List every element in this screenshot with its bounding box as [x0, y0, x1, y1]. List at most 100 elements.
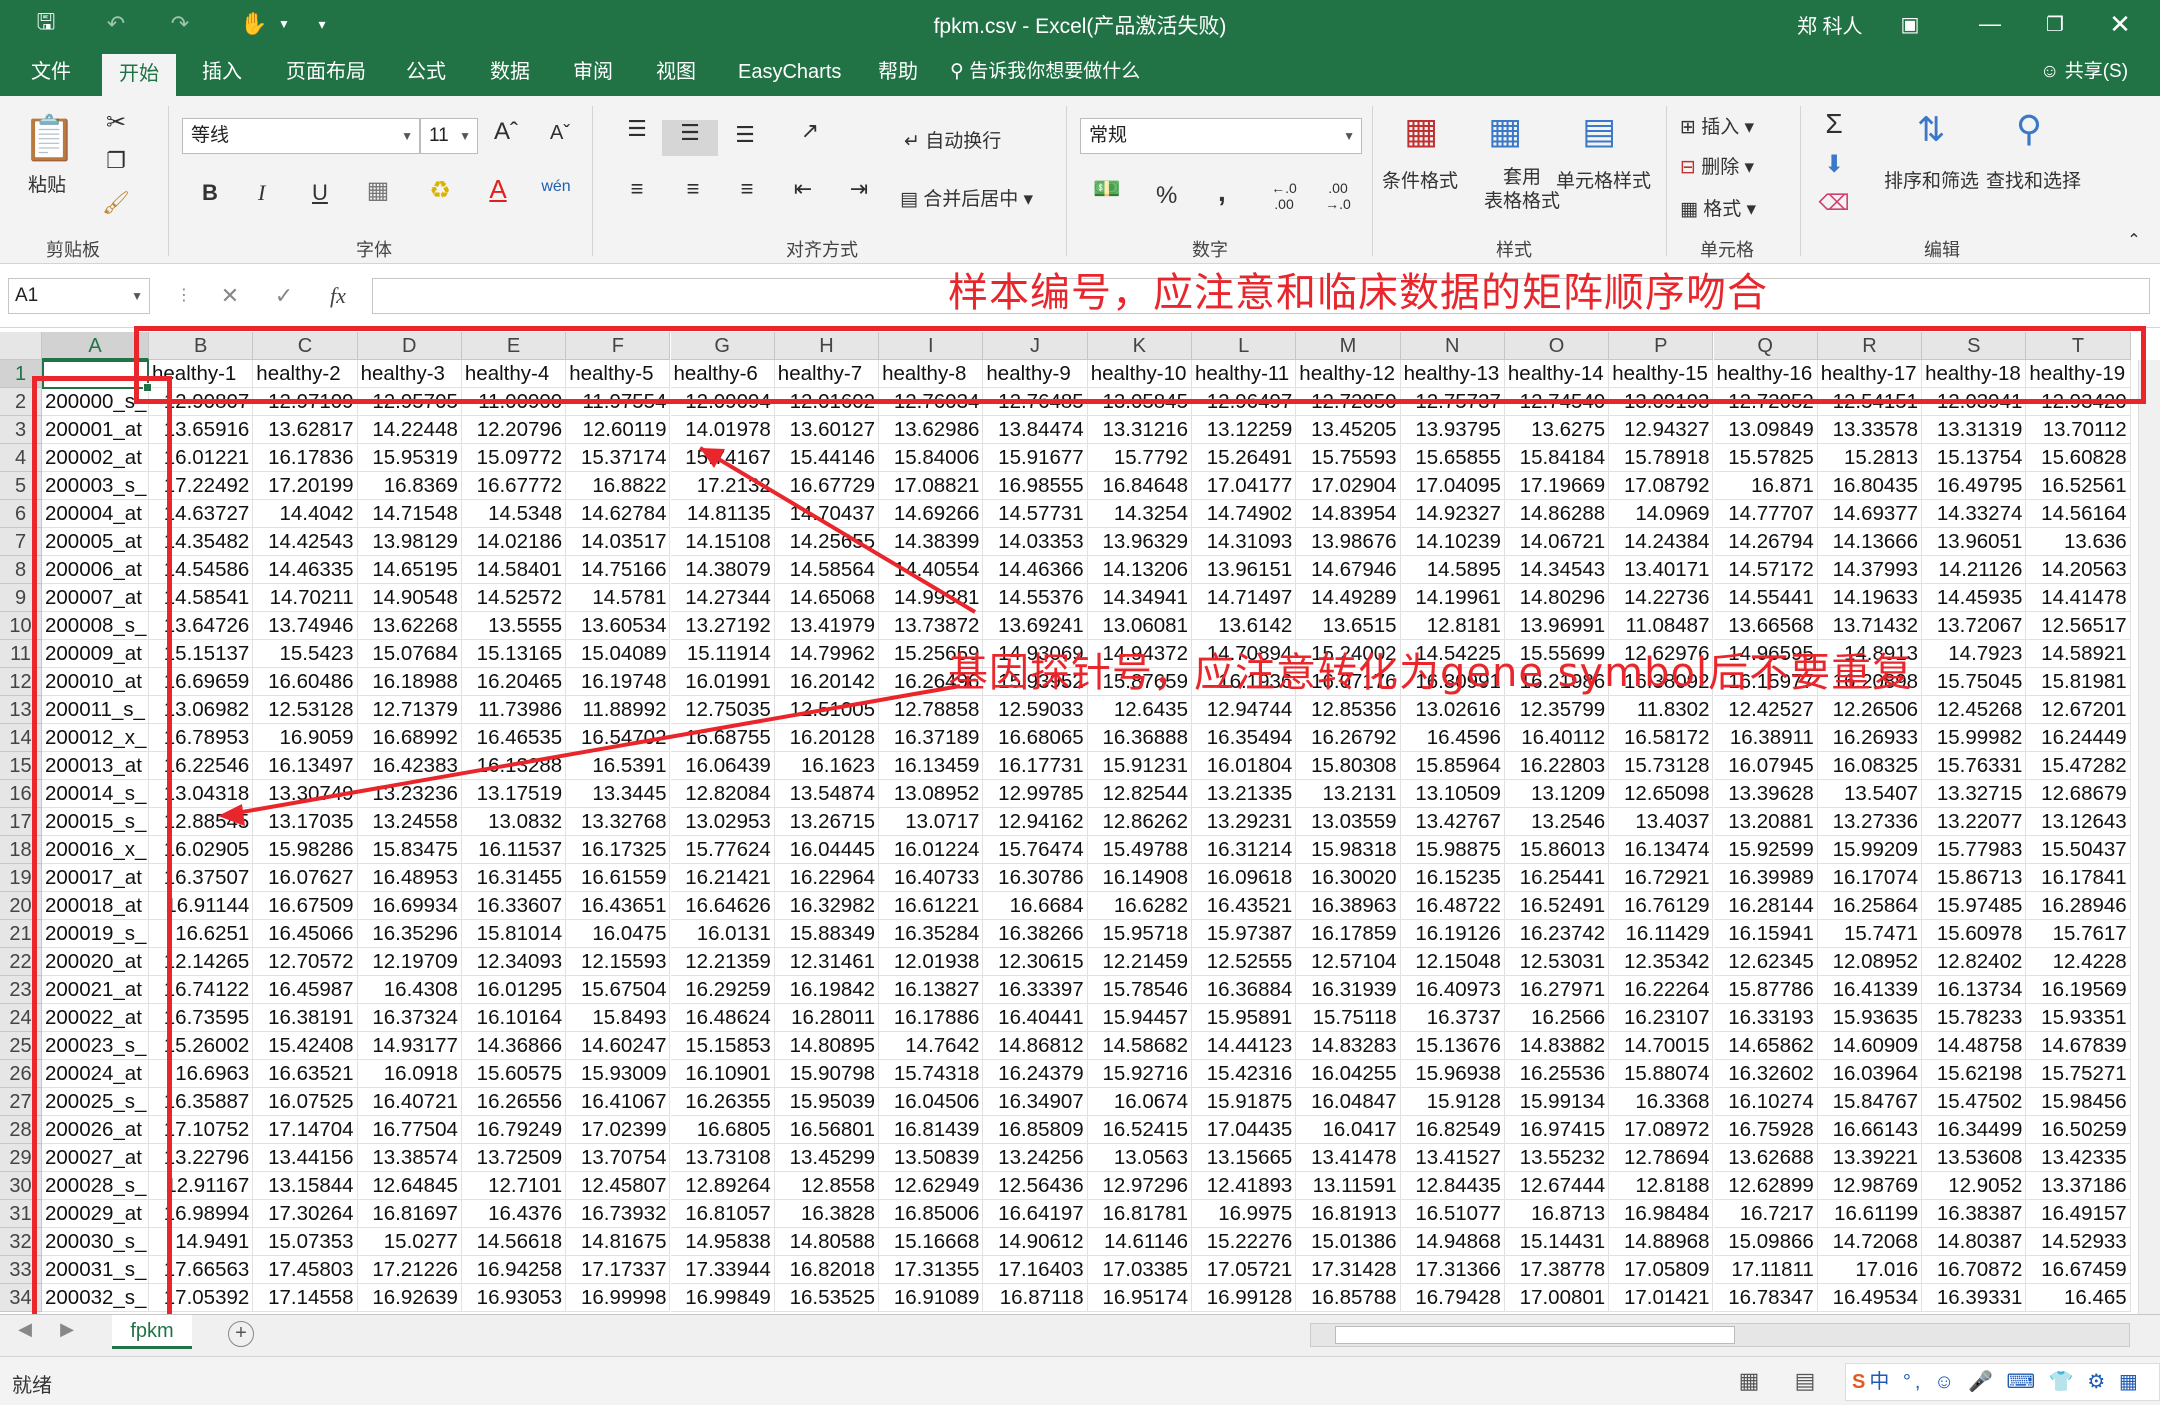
value-cell[interactable]: 13.09193 — [1609, 388, 1714, 416]
font-size-combo[interactable]: 11 ▼ — [420, 118, 478, 154]
value-cell[interactable]: 13.41527 — [1400, 1144, 1505, 1172]
value-cell[interactable]: 15.97387 — [1192, 920, 1297, 948]
insert-cells-button[interactable]: ⊞ 插入 ▾ — [1680, 112, 1754, 139]
value-cell[interactable]: 14.65195 — [357, 556, 462, 584]
value-cell[interactable]: 15.62198 — [1922, 1060, 2027, 1088]
redo-icon[interactable]: ↷ — [162, 8, 198, 40]
value-cell[interactable]: 14.44123 — [1192, 1032, 1297, 1060]
add-sheet-button[interactable]: + — [228, 1321, 254, 1347]
italic-button[interactable]: I — [258, 180, 265, 206]
probe-id-cell[interactable]: 200003_s_ — [42, 472, 149, 500]
bold-button[interactable]: B — [202, 180, 218, 206]
find-select-button[interactable]: 查找和选择 — [1986, 166, 2081, 193]
value-cell[interactable]: 16.51077 — [1400, 1200, 1505, 1228]
value-cell[interactable]: 13.98129 — [357, 528, 462, 556]
value-cell[interactable]: 11.97554 — [566, 388, 671, 416]
value-cell[interactable]: 12.99785 — [983, 780, 1088, 808]
value-cell[interactable]: 16.4596 — [1400, 724, 1505, 752]
delete-cells-button[interactable]: ⊟ 删除 ▾ — [1680, 152, 1754, 179]
value-cell[interactable]: 14.02186 — [461, 528, 567, 556]
probe-id-cell[interactable]: 200028_s_ — [42, 1172, 149, 1200]
value-cell[interactable]: 13.98676 — [1296, 528, 1401, 556]
value-cell[interactable]: 13.4037 — [1609, 808, 1714, 836]
value-cell[interactable]: 16.50259 — [2026, 1116, 2131, 1144]
value-cell[interactable]: 12.97109 — [253, 388, 358, 416]
value-cell[interactable]: 14.58921 — [2026, 640, 2131, 668]
row-header[interactable]: 2 — [0, 388, 42, 416]
value-cell[interactable]: 16.17836 — [253, 444, 358, 472]
row-header[interactable]: 13 — [0, 696, 42, 724]
value-cell[interactable]: 16.01295 — [461, 976, 567, 1004]
increase-indent-icon[interactable]: ⇥ — [842, 176, 876, 202]
value-cell[interactable]: 16.10274 — [1713, 1088, 1818, 1116]
prev-sheet-icon[interactable]: ◀ — [10, 1319, 40, 1340]
value-cell[interactable]: 16.4376 — [461, 1200, 567, 1228]
value-cell[interactable]: 13.24256 — [983, 1144, 1088, 1172]
value-cell[interactable]: 16.97415 — [1504, 1116, 1610, 1144]
value-cell[interactable]: 13.62986 — [879, 416, 984, 444]
value-cell[interactable]: 13.60127 — [774, 416, 880, 444]
value-cell[interactable]: 13.96329 — [1087, 528, 1192, 556]
probe-id-cell[interactable]: 200032_s_ — [42, 1284, 149, 1312]
value-cell[interactable]: 14.5895 — [1400, 556, 1505, 584]
value-cell[interactable]: 16.67729 — [774, 472, 880, 500]
value-cell[interactable]: 14.63727 — [149, 500, 254, 528]
value-cell[interactable]: 14.70437 — [774, 500, 880, 528]
value-cell[interactable]: 16.98484 — [1609, 1200, 1714, 1228]
value-cell[interactable]: 15.86713 — [1922, 864, 2027, 892]
row-header[interactable]: 10 — [0, 612, 42, 640]
value-cell[interactable]: 16.36884 — [1192, 976, 1297, 1004]
value-cell[interactable]: 15.78918 — [1609, 444, 1714, 472]
value-cell[interactable]: 12.82544 — [1087, 780, 1192, 808]
value-cell[interactable]: 16.85809 — [983, 1116, 1088, 1144]
value-cell[interactable]: 16.82549 — [1400, 1116, 1505, 1144]
value-cell[interactable]: 13.39628 — [1713, 780, 1818, 808]
value-cell[interactable]: 17.22492 — [149, 472, 254, 500]
probe-id-cell[interactable]: 200025_s_ — [42, 1088, 149, 1116]
value-cell[interactable]: 13.22796 — [149, 1144, 254, 1172]
tab-insert[interactable]: 插入 — [196, 48, 248, 96]
value-cell[interactable]: 14.40554 — [879, 556, 984, 584]
value-cell[interactable]: 12.03941 — [1922, 388, 2027, 416]
probe-id-cell[interactable]: 200017_at — [42, 864, 149, 892]
fill-icon[interactable]: ⬇ — [1816, 150, 1852, 179]
header-cell[interactable]: healthy-8 — [879, 360, 984, 388]
value-cell[interactable]: 16.22264 — [1609, 976, 1714, 1004]
value-cell[interactable]: 14.56164 — [2026, 500, 2131, 528]
value-cell[interactable]: 16.61221 — [879, 892, 984, 920]
cell-styles-button[interactable]: 单元格样式 — [1556, 166, 1651, 193]
value-cell[interactable]: 13.42335 — [2026, 1144, 2131, 1172]
value-cell[interactable]: 13.96991 — [1504, 612, 1610, 640]
column-header-k[interactable]: K — [1087, 332, 1192, 360]
value-cell[interactable]: 16.01224 — [879, 836, 984, 864]
value-cell[interactable]: 16.20898 — [1817, 668, 1923, 696]
value-cell[interactable]: 14.67839 — [2026, 1032, 2131, 1060]
value-cell[interactable]: 13.93795 — [1400, 416, 1505, 444]
value-cell[interactable]: 17.04177 — [1192, 472, 1297, 500]
value-cell[interactable]: 14.25655 — [774, 528, 880, 556]
value-cell[interactable]: 15.86013 — [1504, 836, 1610, 864]
probe-id-cell[interactable]: 200016_x_ — [42, 836, 149, 864]
value-cell[interactable]: 15.98286 — [253, 836, 358, 864]
font-color-icon[interactable]: A — [482, 174, 514, 205]
value-cell[interactable]: 14.38399 — [879, 528, 984, 556]
tab-formulas[interactable]: 公式 — [400, 48, 452, 96]
value-cell[interactable]: 14.52933 — [2026, 1228, 2131, 1256]
value-cell[interactable]: 16.99998 — [566, 1284, 671, 1312]
value-cell[interactable]: 13.636 — [2026, 528, 2131, 556]
value-cell[interactable]: 16.40733 — [879, 864, 984, 892]
value-cell[interactable]: 13.72067 — [1922, 612, 2027, 640]
value-cell[interactable]: 13.6142 — [1192, 612, 1297, 640]
value-cell[interactable]: 13.41478 — [1296, 1144, 1401, 1172]
format-cells-button[interactable]: ▦ 格式 ▾ — [1680, 194, 1756, 221]
value-cell[interactable]: 13.72509 — [461, 1144, 567, 1172]
value-cell[interactable]: 14.46335 — [253, 556, 358, 584]
probe-id-cell[interactable]: 200001_at — [42, 416, 149, 444]
value-cell[interactable]: 16.40721 — [357, 1088, 462, 1116]
row-header[interactable]: 23 — [0, 976, 42, 1004]
value-cell[interactable]: 16.23107 — [1609, 1004, 1714, 1032]
value-cell[interactable]: 17.02904 — [1296, 472, 1401, 500]
value-cell[interactable]: 16.3828 — [774, 1200, 880, 1228]
value-cell[interactable]: 16.10901 — [670, 1060, 775, 1088]
value-cell[interactable]: 14.94868 — [1400, 1228, 1505, 1256]
